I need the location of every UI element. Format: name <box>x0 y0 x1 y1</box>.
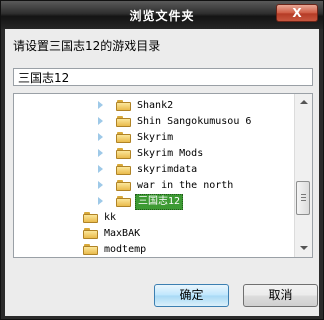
folder-icon <box>83 212 98 223</box>
scroll-up-arrow-icon <box>300 100 308 104</box>
expand-arrow-icon[interactable] <box>98 197 103 205</box>
ok-button[interactable]: 确定 <box>154 284 229 307</box>
folder-path-input[interactable] <box>13 68 313 86</box>
tree-item[interactable]: Skyrim Mods <box>98 146 298 162</box>
tree-item-label: MaxBAK <box>104 228 141 239</box>
browse-folder-dialog: 浏览文件夹 X 请设置三国志12的游戏目录 Shank2 Shin Sangoku… <box>0 0 324 320</box>
tree-item-label: Shank2 <box>137 100 174 111</box>
close-icon: X <box>292 6 302 20</box>
tree-item-label: skyrimdata <box>137 164 198 175</box>
scrollbar-thumb[interactable] <box>296 181 310 215</box>
tree-item-label: war in the north <box>137 180 234 191</box>
tree-item-label: 三国志12 <box>135 194 184 210</box>
scroll-up-button[interactable] <box>295 94 312 111</box>
folder-icon <box>116 132 131 143</box>
tree-item[interactable]: modtemp <box>79 242 279 257</box>
cancel-button[interactable]: 取消 <box>243 284 318 307</box>
expand-arrow-icon[interactable] <box>98 181 103 189</box>
tree-item-label: Shin Sangokumusou 6 <box>137 116 252 127</box>
expand-arrow-icon[interactable] <box>98 117 103 125</box>
folder-icon <box>116 148 131 159</box>
vertical-scrollbar[interactable] <box>294 94 312 257</box>
expand-arrow-icon[interactable] <box>98 165 103 173</box>
dialog-body: 请设置三国志12的游戏目录 Shank2Shin Sangokumusou 6S… <box>5 29 319 316</box>
folder-icon <box>116 100 131 111</box>
prompt-label: 请设置三国志12的游戏目录 <box>13 39 161 53</box>
window-title: 浏览文件夹 <box>129 9 195 23</box>
tree-item[interactable]: skyrimdata <box>98 162 298 178</box>
expand-arrow-icon[interactable] <box>98 149 103 157</box>
close-button[interactable]: X <box>276 4 318 22</box>
tree-item-label: Skyrim Mods <box>137 148 204 159</box>
folder-icon <box>83 244 98 255</box>
folder-icon <box>83 228 98 239</box>
tree-item-selected[interactable]: 三国志12 <box>98 194 298 210</box>
folder-icon <box>116 164 131 175</box>
scroll-down-button[interactable] <box>295 240 312 257</box>
title-bar[interactable]: 浏览文件夹 X <box>1 1 323 29</box>
folder-icon <box>116 196 131 207</box>
tree-item[interactable]: kk <box>79 210 279 226</box>
tree-item[interactable]: Shin Sangokumusou 6 <box>98 114 298 130</box>
folder-icon <box>116 180 131 191</box>
tree-item[interactable]: war in the north <box>98 178 298 194</box>
tree-item[interactable]: Shank2 <box>98 98 298 114</box>
tree-item[interactable]: Skyrim <box>98 130 298 146</box>
scroll-down-arrow-icon <box>300 246 308 250</box>
expand-arrow-icon[interactable] <box>98 101 103 109</box>
tree-item[interactable]: MaxBAK <box>79 226 279 242</box>
tree-item-label: Skyrim <box>137 132 174 143</box>
tree-item-label: kk <box>104 212 117 223</box>
folder-tree[interactable]: Shank2 Shin Sangokumusou 6 Skyrim Skyrim Mo… <box>13 93 313 258</box>
tree-item-label: modtemp <box>104 244 147 255</box>
expand-arrow-icon[interactable] <box>98 133 103 141</box>
folder-icon <box>116 116 131 127</box>
